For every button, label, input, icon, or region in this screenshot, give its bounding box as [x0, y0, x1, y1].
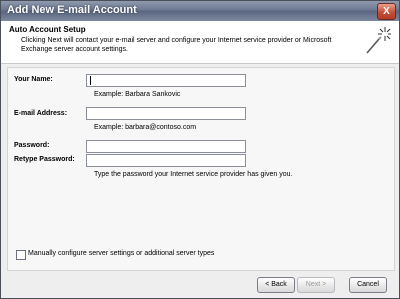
retype-password-input[interactable] [86, 154, 246, 167]
text-cursor [90, 76, 91, 85]
email-address-label: E-mail Address: [14, 110, 68, 117]
your-name-example: Example: Barbara Sankovic [94, 91, 181, 98]
retype-password-label: Retype Password: [14, 156, 75, 163]
password-label: Password: [14, 142, 50, 149]
header-title: Auto Account Setup [9, 25, 86, 34]
email-address-example: Example: barbara@contoso.com [94, 124, 197, 131]
close-icon: X [383, 6, 390, 17]
form-panel: Your Name: Example: Barbara Sankovic E-m… [7, 67, 395, 271]
magic-wand-icon [366, 27, 391, 54]
title-bar: Add New E-mail Account X [1, 1, 399, 21]
email-address-input[interactable] [86, 107, 246, 120]
window-title: Add New E-mail Account [7, 4, 137, 16]
your-name-input[interactable] [86, 74, 246, 87]
add-email-account-dialog: Add New E-mail Account X Auto Account Se… [0, 0, 400, 299]
manual-config-checkbox[interactable] [16, 250, 26, 260]
back-button[interactable]: < Back [257, 277, 295, 293]
close-button[interactable]: X [377, 3, 396, 20]
wizard-header: Auto Account Setup Clicking Next will co… [1, 21, 399, 64]
your-name-label: Your Name: [14, 76, 53, 83]
header-description: Clicking Next will contact your e-mail s… [21, 37, 332, 53]
next-button[interactable]: Next > [297, 277, 335, 293]
password-input[interactable] [86, 140, 246, 153]
password-hint: Type the password your Internet service … [94, 171, 293, 178]
manual-config-label[interactable]: Manually configure server settings or ad… [28, 250, 214, 257]
cancel-button[interactable]: Cancel [349, 277, 387, 293]
